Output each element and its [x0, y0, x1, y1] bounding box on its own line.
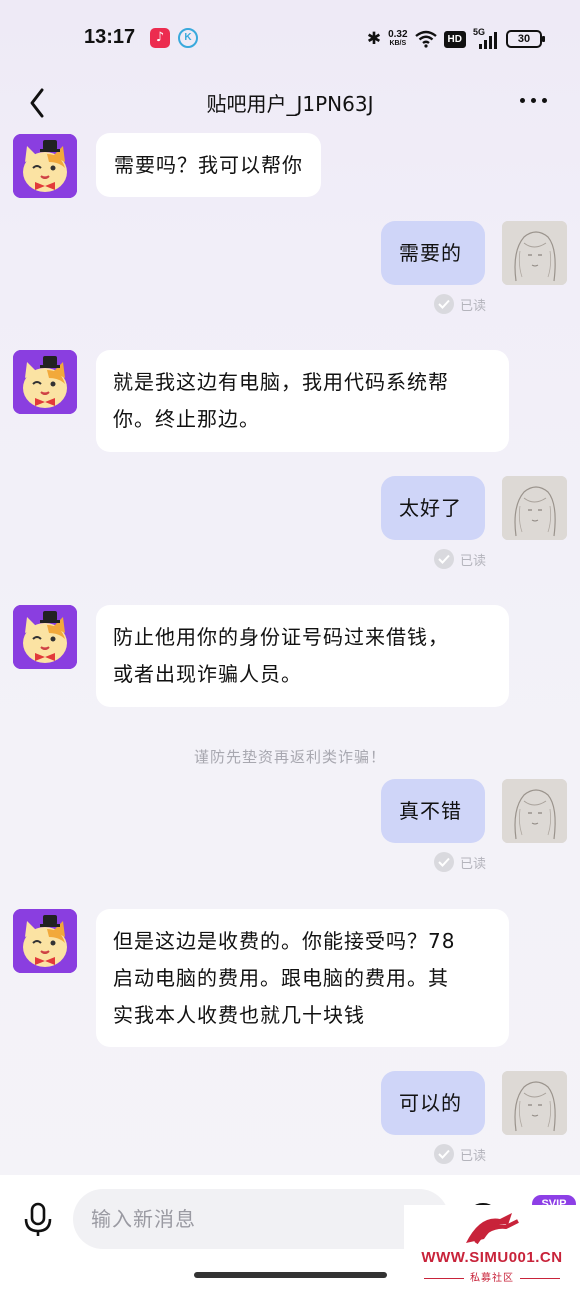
my-avatar[interactable] — [502, 476, 567, 540]
read-status-text: 已读 — [460, 553, 487, 569]
contact-avatar[interactable] — [13, 134, 77, 198]
message-bubble-incoming[interactable]: 但是这边是收费的。你能接受吗？78 启动电脑的费用。跟电脑的费用。其 实我本人收… — [96, 909, 509, 1047]
network-speed-unit: KB/S — [389, 40, 407, 47]
cat-avatar-icon — [13, 605, 77, 669]
checkmark-icon — [434, 1144, 454, 1164]
status-time: 13:17 — [84, 26, 136, 48]
message-bubble-outgoing[interactable]: 可以的 — [381, 1071, 485, 1135]
message-input[interactable]: 输入新消息 — [73, 1189, 449, 1249]
message-bubble-incoming[interactable]: 就是我这边有电脑，我用代码系统帮 你。终止那边。 — [96, 350, 509, 452]
status-bar: 13:17 ♪ K ✱ 0.32 KB/S HD 5G 30 — [0, 0, 580, 76]
sketch-avatar-icon — [502, 1071, 567, 1135]
read-receipt: 已读 — [434, 1144, 486, 1164]
sketch-avatar-icon — [502, 476, 567, 540]
music-note-icon: ♪ — [150, 28, 170, 48]
message-text-line: 启动电脑的费用。跟电脑的费用。其 — [113, 966, 449, 990]
microphone-icon[interactable] — [22, 1202, 54, 1238]
message-text: 可以的 — [399, 1091, 462, 1115]
my-avatar[interactable] — [502, 221, 567, 285]
contact-avatar[interactable] — [13, 605, 77, 669]
message-text-line: 实我本人收费也就几十块钱 — [113, 1003, 365, 1027]
message-text-line: 或者出现诈骗人员。 — [113, 662, 302, 686]
watermark-subtitle: 私募社区 — [404, 1269, 580, 1284]
bluetooth-icon: ✱ — [366, 29, 382, 48]
message-bubble-outgoing[interactable]: 需要的 — [381, 221, 485, 285]
battery-icon: 30 — [506, 30, 545, 48]
watermark-logo-icon — [466, 1213, 519, 1245]
read-receipt: 已读 — [434, 852, 486, 872]
wifi-icon — [414, 30, 437, 48]
cat-avatar-icon — [13, 350, 77, 414]
my-avatar[interactable] — [502, 779, 567, 843]
message-text-line: 防止他用你的身份证号码过来借钱， — [113, 625, 449, 649]
cellular-signal-icon: 5G — [473, 27, 499, 49]
cat-avatar-icon — [13, 909, 77, 973]
read-receipt: 已读 — [434, 294, 486, 314]
watermark: WWW.SIMU001.CN 私募社区 — [404, 1205, 580, 1289]
message-text-line: 但是这边是收费的。你能接受吗？78 — [113, 929, 456, 953]
network-speed-value: 0.32 — [388, 29, 408, 40]
message-text: 太好了 — [399, 496, 462, 520]
network-speed: 0.32 KB/S — [388, 30, 407, 48]
read-status-text: 已读 — [460, 298, 487, 314]
read-receipt: 已读 — [434, 549, 486, 569]
contact-avatar[interactable] — [13, 350, 77, 414]
sketch-avatar-icon — [502, 221, 567, 285]
read-status-text: 已读 — [460, 1148, 487, 1164]
message-text: 需要的 — [399, 241, 462, 265]
message-text: 真不错 — [399, 799, 462, 823]
contact-avatar[interactable] — [13, 909, 77, 973]
sketch-avatar-icon — [502, 779, 567, 843]
message-text-line: 就是我这边有电脑，我用代码系统帮 — [113, 370, 449, 394]
message-bubble-incoming[interactable]: 防止他用你的身份证号码过来借钱， 或者出现诈骗人员。 — [96, 605, 509, 707]
message-bubble-outgoing[interactable]: 太好了 — [381, 476, 485, 540]
hd-badge: HD — [443, 30, 466, 48]
message-text-line: 你。终止那边。 — [113, 407, 260, 431]
checkmark-icon — [434, 549, 454, 569]
cat-avatar-icon — [13, 134, 77, 198]
my-avatar[interactable] — [502, 1071, 567, 1135]
status-indicators: ✱ 0.32 KB/S HD 5G 30 — [366, 26, 545, 52]
watermark-url: WWW.SIMU001.CN — [421, 1249, 563, 1266]
fraud-warning-notice: 谨防先垫资再返利类诈骗！ — [193, 748, 386, 766]
chat-title: 贴吧用户_J1PN63J — [206, 92, 374, 116]
more-options-icon[interactable] — [516, 90, 550, 110]
read-status-text: 已读 — [460, 856, 487, 872]
message-text: 需要吗？我可以帮你 — [114, 153, 303, 177]
chat-header: 贴吧用户_J1PN63J — [0, 76, 580, 126]
k-app-icon: K — [178, 28, 198, 48]
checkmark-icon — [434, 852, 454, 872]
message-bubble-incoming[interactable]: 需要吗？我可以帮你 — [96, 133, 321, 197]
checkmark-icon — [434, 294, 454, 314]
message-bubble-outgoing[interactable]: 真不错 — [381, 779, 485, 843]
home-indicator[interactable] — [194, 1272, 387, 1278]
